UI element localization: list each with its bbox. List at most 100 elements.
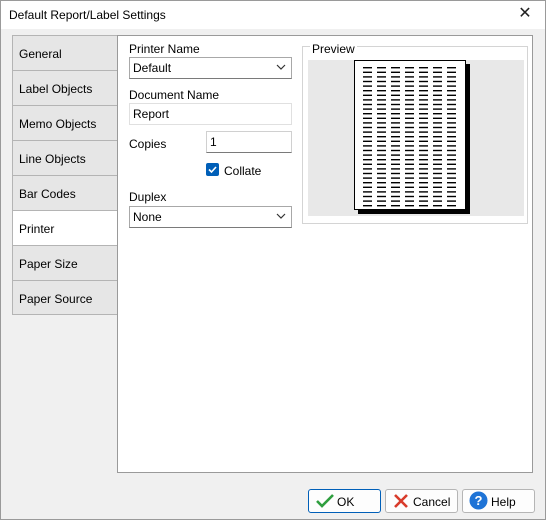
tab-printer[interactable]: Printer <box>12 210 118 245</box>
copies-input[interactable]: 1 <box>206 131 292 153</box>
text-line-mark <box>447 163 456 165</box>
text-line-mark <box>405 200 414 202</box>
text-line-mark <box>419 85 428 87</box>
text-line-mark <box>419 182 428 184</box>
text-line-mark <box>447 103 456 106</box>
text-line-mark <box>419 71 428 73</box>
text-line-mark <box>377 117 386 119</box>
copies-label: Copies <box>129 137 167 151</box>
text-line-mark <box>363 85 372 87</box>
text-line-mark <box>391 103 400 106</box>
collate-label: Collate <box>224 164 262 178</box>
title-bar: Default Report/Label Settings ✕ <box>1 1 545 29</box>
text-line-mark <box>377 103 386 106</box>
page-preview <box>354 60 470 214</box>
text-line-mark <box>447 122 456 124</box>
printer-name-select[interactable]: Default <box>129 57 292 79</box>
text-line-mark <box>377 168 386 170</box>
text-line-mark <box>419 145 428 147</box>
text-line-mark <box>363 108 372 110</box>
text-line-mark <box>363 163 372 165</box>
text-line-mark <box>419 94 428 96</box>
text-line-mark <box>405 145 414 147</box>
text-line-mark <box>391 136 400 138</box>
text-line-mark <box>391 200 400 202</box>
text-line-mark <box>391 76 400 78</box>
tab-general[interactable]: General <box>12 35 118 70</box>
text-line-mark <box>391 145 400 147</box>
text-line-mark <box>363 80 372 83</box>
text-line-mark <box>419 149 428 152</box>
text-line-mark <box>363 140 372 142</box>
text-line-mark <box>391 99 400 101</box>
document-name-value: Report <box>133 107 170 121</box>
tab-paper-source[interactable]: Paper Source <box>12 280 118 315</box>
text-line-mark <box>419 90 428 92</box>
text-line-mark <box>433 182 442 184</box>
text-line-mark <box>405 136 414 138</box>
text-line-mark <box>447 168 456 170</box>
text-line-mark <box>391 80 400 83</box>
tab-label: Memo Objects <box>19 117 97 131</box>
duplex-select[interactable]: None <box>129 206 292 228</box>
text-line-mark <box>419 117 428 119</box>
text-line-mark <box>419 67 428 69</box>
help-button[interactable]: ? Help <box>462 489 535 513</box>
text-line-mark <box>363 76 372 78</box>
text-line-mark <box>391 149 400 152</box>
text-line-mark <box>419 154 428 156</box>
tab-line-objects[interactable]: Line Objects <box>12 140 118 175</box>
text-line-mark <box>363 131 372 133</box>
cancel-button[interactable]: Cancel <box>385 489 458 513</box>
text-line-mark <box>377 136 386 138</box>
chevron-down-icon <box>276 213 286 219</box>
text-line-mark <box>433 186 442 188</box>
text-line-mark <box>391 67 400 69</box>
text-line-mark <box>405 94 414 96</box>
document-name-label: Document Name <box>129 88 220 102</box>
text-line-mark <box>447 195 456 198</box>
text-line-mark <box>433 168 442 170</box>
text-line-mark <box>391 172 400 175</box>
text-line-mark <box>377 85 386 87</box>
text-line-mark <box>363 186 372 188</box>
text-line-mark <box>377 90 386 92</box>
text-line-mark <box>405 186 414 188</box>
text-line-mark <box>447 159 456 161</box>
printer-name-label: Printer Name <box>129 42 200 56</box>
text-line-mark <box>405 76 414 78</box>
text-line-mark <box>433 149 442 152</box>
close-icon[interactable]: ✕ <box>511 3 539 25</box>
ok-button[interactable]: OK <box>308 489 381 513</box>
text-line-mark <box>391 113 400 115</box>
text-line-mark <box>377 195 386 198</box>
text-line-mark <box>405 126 414 129</box>
text-line-mark <box>377 182 386 184</box>
text-line-mark <box>391 117 400 119</box>
text-line-mark <box>405 154 414 156</box>
text-line-mark <box>433 159 442 161</box>
tab-label: Paper Source <box>19 292 93 306</box>
text-line-mark <box>447 126 456 129</box>
tab-bar-codes[interactable]: Bar Codes <box>12 175 118 210</box>
text-line-mark <box>391 140 400 142</box>
tab-label-objects[interactable]: Label Objects <box>12 70 118 105</box>
tab-paper-size[interactable]: Paper Size <box>12 245 118 280</box>
text-line-mark <box>405 99 414 101</box>
text-line-mark <box>363 177 372 179</box>
text-line-mark <box>447 67 456 69</box>
text-line-mark <box>419 191 428 193</box>
document-name-input[interactable]: Report <box>129 103 292 125</box>
tab-memo-objects[interactable]: Memo Objects <box>12 105 118 140</box>
copies-value: 1 <box>210 135 217 149</box>
text-line-mark <box>419 113 428 115</box>
text-line-mark <box>433 172 442 175</box>
text-line-mark <box>377 154 386 156</box>
text-line-mark <box>433 94 442 96</box>
text-line-mark <box>447 99 456 101</box>
text-line-mark <box>405 195 414 198</box>
text-line-mark <box>433 108 442 110</box>
text-line-mark <box>433 154 442 156</box>
collate-checkbox[interactable] <box>206 163 219 176</box>
text-line-mark <box>377 131 386 133</box>
